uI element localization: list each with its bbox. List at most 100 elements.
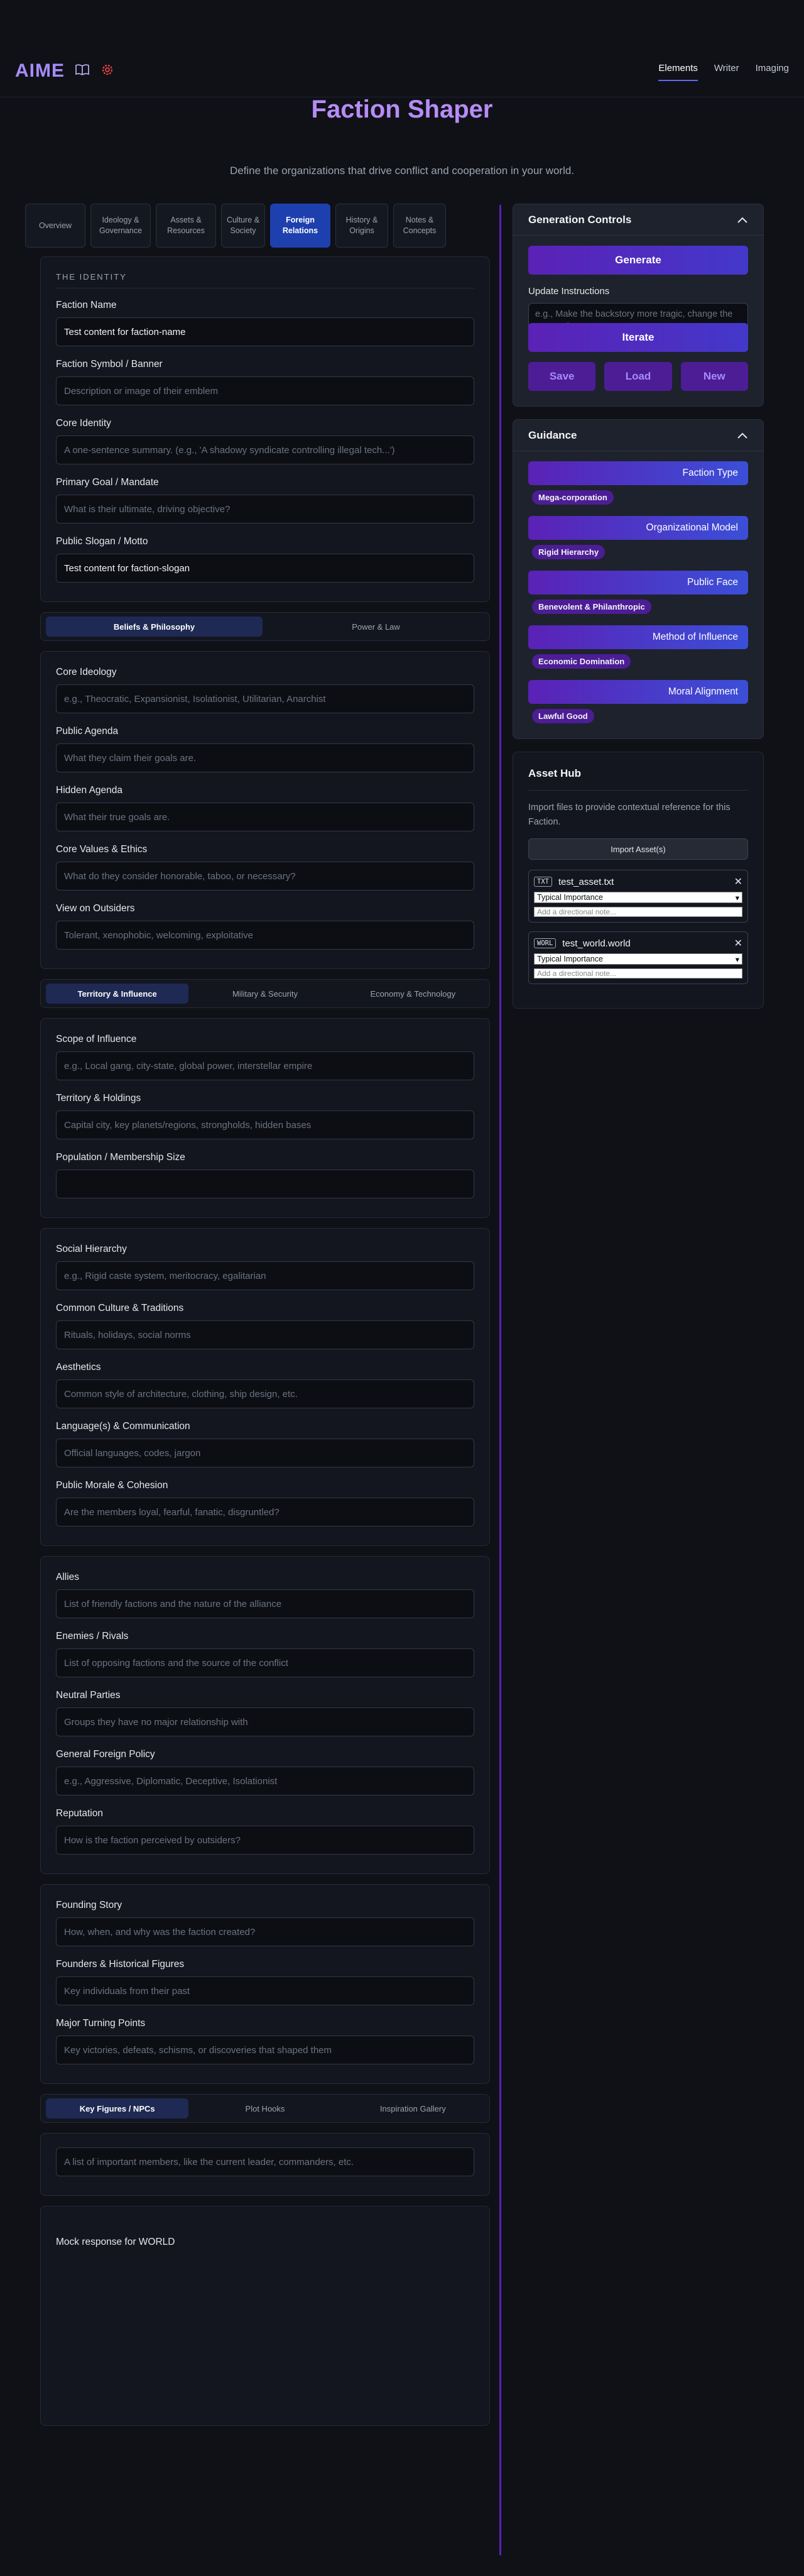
org-model-button[interactable]: Organizational Model [528, 516, 748, 540]
territory-subtabs: Territory & Influence Military & Securit… [40, 979, 490, 1008]
iterate-button[interactable]: Iterate [528, 323, 748, 352]
field-label: Founding Story [56, 1900, 122, 1910]
field-label: Aesthetics [56, 1362, 101, 1373]
directional-note-input[interactable]: Add a directional note... [534, 907, 742, 918]
subtab-power-law[interactable]: Power & Law [268, 617, 484, 637]
field-label: Primary Goal / Mandate [56, 477, 159, 488]
importance-value: Typical Importance [537, 955, 603, 964]
nav-writer[interactable]: Writer [714, 63, 739, 81]
subtab-inspiration[interactable]: Inspiration Gallery [342, 2098, 484, 2118]
file-type-badge: WORL [534, 938, 557, 949]
faction-type-button[interactable]: Faction Type [528, 461, 748, 485]
moral-alignment-button[interactable]: Moral Alignment [528, 680, 748, 704]
directional-note-input[interactable]: Add a directional note... [534, 968, 742, 979]
gear-icon[interactable] [99, 62, 116, 78]
tab-assets[interactable]: Assets & Resources [156, 204, 216, 248]
primary-goal-input[interactable]: What is their ultimate, driving objectiv… [56, 495, 474, 523]
subtab-military[interactable]: Military & Security [193, 984, 336, 1004]
enemies-input[interactable]: List of opposing factions and the source… [56, 1648, 474, 1677]
culture-traditions-input[interactable]: Rituals, holidays, social norms [56, 1320, 474, 1349]
field-label: Public Agenda [56, 726, 119, 737]
generate-button[interactable]: Generate [528, 246, 748, 275]
file-type-badge: TXT [534, 877, 552, 887]
guidance-header[interactable]: Guidance [513, 420, 763, 451]
languages-input[interactable]: Official languages, codes, jargon [56, 1439, 474, 1467]
subtab-plot-hooks[interactable]: Plot Hooks [193, 2098, 336, 2118]
field-label: Population / Membership Size [56, 1152, 185, 1163]
scope-influence-input[interactable]: e.g., Local gang, city-state, global pow… [56, 1051, 474, 1080]
book-icon[interactable] [74, 62, 90, 78]
public-slogan-input[interactable]: Test content for faction-slogan [56, 554, 474, 583]
faction-name-input[interactable]: Test content for faction-name [56, 317, 474, 346]
tab-overview[interactable]: Overview [25, 204, 85, 248]
nav-elements[interactable]: Elements [658, 63, 698, 81]
public-agenda-input[interactable]: What they claim their goals are. [56, 743, 474, 772]
social-hierarchy-input[interactable]: e.g., Rigid caste system, meritocracy, e… [56, 1261, 474, 1290]
method-influence-button[interactable]: Method of Influence [528, 625, 748, 649]
tab-notes[interactable]: Notes & Concepts [393, 204, 446, 248]
asset-hub: Asset Hub Import files to provide contex… [513, 752, 764, 1009]
reputation-input[interactable]: How is the faction perceived by outsider… [56, 1826, 474, 1855]
field-label: Faction Symbol / Banner [56, 359, 163, 370]
beliefs-subtabs: Beliefs & Philosophy Power & Law [40, 612, 490, 641]
founders-input[interactable]: Key individuals from their past [56, 1976, 474, 2005]
subtab-beliefs[interactable]: Beliefs & Philosophy [46, 617, 263, 637]
field-label: Territory & Holdings [56, 1093, 141, 1104]
load-button[interactable]: Load [604, 362, 672, 391]
importance-select[interactable]: Typical Importance ▾ [534, 892, 742, 904]
tab-ideology[interactable]: Ideology & Governance [90, 204, 151, 248]
tab-foreign-relations[interactable]: Foreign Relations [270, 204, 330, 248]
key-figures-input[interactable]: A list of important members, like the cu… [56, 2147, 474, 2176]
territory-holdings-input[interactable]: Capital city, key planets/regions, stron… [56, 1110, 474, 1139]
asset-filename: test_world.world [562, 938, 631, 949]
faction-symbol-input[interactable]: Description or image of their emblem [56, 376, 474, 405]
aesthetics-input[interactable]: Common style of architecture, clothing, … [56, 1379, 474, 1408]
remove-asset-icon[interactable]: ✕ [734, 875, 742, 888]
save-button[interactable]: Save [528, 362, 596, 391]
nav-imaging[interactable]: Imaging [756, 63, 789, 81]
sidebar-column: Generation Controls Generate Update Inst… [513, 204, 764, 1009]
field-label: Scope of Influence [56, 1034, 137, 1044]
chevron-up-icon[interactable] [737, 432, 748, 439]
field-label: Public Morale & Cohesion [56, 1480, 168, 1491]
turning-points-input[interactable]: Key victories, defeats, schisms, or disc… [56, 2036, 474, 2064]
culture-card: Social Hierarchy e.g., Rigid caste syste… [40, 1228, 490, 1546]
population-input[interactable] [56, 1170, 474, 1198]
field-label: Core Identity [56, 418, 111, 429]
field-label: Reputation [56, 1808, 103, 1819]
importance-value: Typical Importance [537, 893, 603, 902]
relations-card: Allies List of friendly factions and the… [40, 1556, 490, 1874]
app-logo[interactable]: AIME [15, 60, 65, 82]
subtab-territory[interactable]: Territory & Influence [46, 984, 189, 1004]
asset-hub-description: Import files to provide contextual refer… [528, 803, 731, 828]
import-assets-button[interactable]: Import Asset(s) [528, 838, 748, 860]
remove-asset-icon[interactable]: ✕ [734, 937, 742, 950]
page-title: Faction Shaper [311, 96, 493, 123]
mock-response: Mock response for WORLD [40, 2206, 490, 2426]
core-ideology-input[interactable]: e.g., Theocratic, Expansionist, Isolatio… [56, 684, 474, 713]
neutral-parties-input[interactable]: Groups they have no major relationship w… [56, 1707, 474, 1736]
new-button[interactable]: New [680, 362, 748, 391]
method-influence-value: Economic Domination [532, 654, 631, 669]
core-identity-input[interactable]: A one-sentence summary. (e.g., 'A shadow… [56, 436, 474, 464]
tab-culture[interactable]: Culture & Society [221, 204, 265, 248]
chevron-up-icon[interactable] [737, 216, 748, 224]
identity-card: THE IDENTITY Faction Name Test content f… [40, 256, 490, 602]
field-label: Common Culture & Traditions [56, 1303, 184, 1313]
figures-card: A list of important members, like the cu… [40, 2133, 490, 2196]
subtab-economy[interactable]: Economy & Technology [342, 984, 484, 1004]
field-label: Founders & Historical Figures [56, 1959, 185, 1970]
allies-input[interactable]: List of friendly factions and the nature… [56, 1589, 474, 1618]
hidden-agenda-input[interactable]: What their true goals are. [56, 803, 474, 831]
generation-header[interactable]: Generation Controls [513, 204, 763, 236]
core-values-input[interactable]: What do they consider honorable, taboo, … [56, 862, 474, 891]
foreign-policy-input[interactable]: e.g., Aggressive, Diplomatic, Deceptive,… [56, 1767, 474, 1795]
tab-history[interactable]: History & Origins [335, 204, 388, 248]
morale-input[interactable]: Are the members loyal, fearful, fanatic,… [56, 1498, 474, 1526]
field-label: General Foreign Policy [56, 1749, 155, 1760]
importance-select[interactable]: Typical Importance ▾ [534, 953, 742, 965]
subtab-key-figures[interactable]: Key Figures / NPCs [46, 2098, 189, 2118]
public-face-button[interactable]: Public Face [528, 571, 748, 595]
founding-story-input[interactable]: How, when, and why was the faction creat… [56, 1917, 474, 1946]
view-outsiders-input[interactable]: Tolerant, xenophobic, welcoming, exploit… [56, 921, 474, 950]
